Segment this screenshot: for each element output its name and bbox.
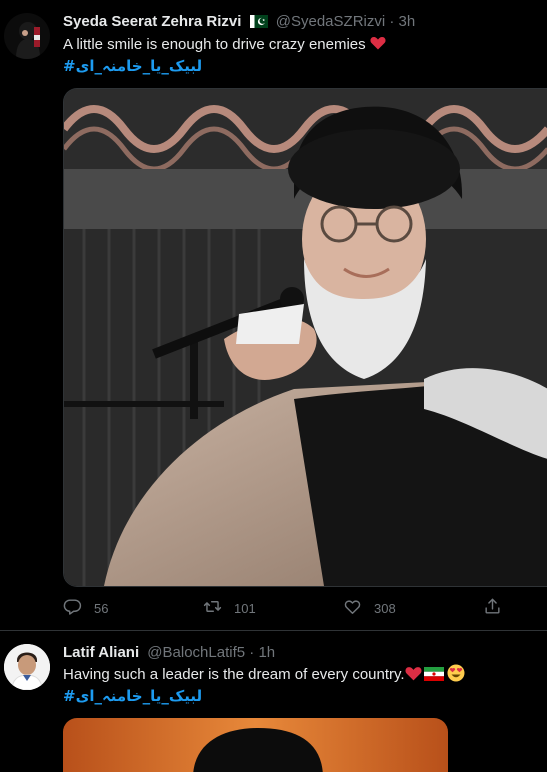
separator-dot: · — [389, 13, 395, 30]
tweet-header: Syeda Seerat Zehra Rizvi @SyedaSZRizvi ·… — [63, 12, 537, 32]
red-heart-icon — [405, 666, 422, 683]
tweet-header: Latif Aliani @BalochLatif5 · 1h — [63, 643, 537, 663]
heart-eyes-emoji-icon — [444, 664, 465, 683]
author-handle[interactable]: @SyedaSZRizvi — [276, 13, 385, 30]
red-heart-icon — [370, 36, 386, 53]
author-name[interactable]: Syeda Seerat Zehra Rizvi — [63, 13, 241, 30]
hashtag-link[interactable]: #لبیک_یا_خامنہ_ای — [63, 686, 202, 707]
reply-icon — [63, 597, 82, 619]
tweet-image[interactable] — [63, 718, 448, 772]
like-button[interactable]: 308 — [343, 597, 443, 619]
author-name[interactable]: Latif Aliani — [63, 644, 139, 661]
timestamp[interactable]: 3h — [399, 13, 416, 30]
reply-count: 56 — [94, 600, 109, 616]
reply-button[interactable]: 56 — [63, 597, 163, 619]
timeline-feed: Syeda Seerat Zehra Rizvi @SyedaSZRizvi ·… — [0, 0, 547, 772]
hashtag-link[interactable]: #لبیک_یا_خامنہ_ای — [63, 56, 202, 77]
author-handle[interactable]: @BalochLatif5 — [147, 644, 245, 661]
tweet[interactable]: Syeda Seerat Zehra Rizvi @SyedaSZRizvi ·… — [0, 0, 547, 631]
tweet-text: A little smile is enough to drive crazy … — [63, 34, 537, 55]
like-count: 308 — [374, 600, 396, 616]
avatar[interactable] — [4, 644, 50, 690]
retweet-icon — [203, 597, 222, 619]
pakistan-flag-icon — [249, 14, 268, 34]
tweet-actions: 56 101 308 — [63, 596, 507, 620]
avatar[interactable] — [4, 13, 50, 59]
tweet-text: Having such a leader is the dream of eve… — [63, 664, 537, 685]
retweet-button[interactable]: 101 — [203, 597, 303, 619]
iran-flag-icon — [422, 666, 444, 683]
retweet-count: 101 — [234, 600, 256, 616]
tweet-image[interactable] — [63, 88, 547, 587]
tweet-text-body: A little smile is enough to drive crazy … — [63, 36, 370, 53]
timestamp[interactable]: 1h — [258, 644, 275, 661]
heart-icon — [343, 597, 362, 619]
share-button[interactable] — [483, 597, 507, 619]
separator-dot: · — [249, 644, 255, 661]
tweet-text-body: Having such a leader is the dream of eve… — [63, 666, 405, 683]
share-icon — [483, 597, 502, 619]
